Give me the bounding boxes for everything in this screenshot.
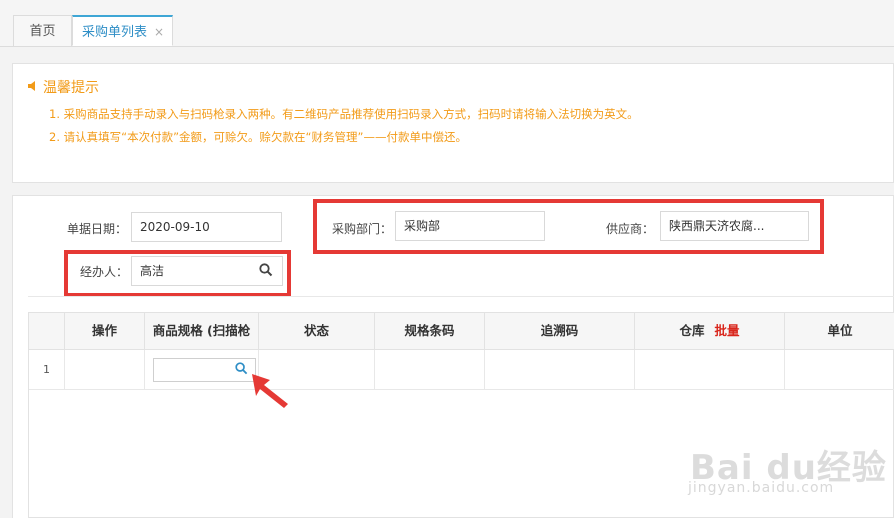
table-header: 操作 商品规格 (扫描枪 状态 规格条码 追溯码 仓库 批量 单位 (29, 313, 894, 350)
header-rownum (29, 313, 65, 349)
cell-spec-barcode (375, 350, 485, 389)
header-trace-code: 追溯码 (485, 313, 635, 349)
supplier-label: 供应商： (606, 222, 655, 236)
divider (28, 296, 894, 297)
header-unit: 单位 (827, 323, 853, 338)
cell-actions (65, 350, 145, 389)
date-field[interactable]: 2020-09-10 (131, 212, 282, 242)
cell-product-spec (145, 350, 259, 389)
tab-bar: 首页 采购单列表 × (0, 0, 894, 47)
header-warehouse: 仓库 批量 (635, 313, 785, 349)
tab-label: 采购单列表 (82, 25, 148, 40)
tips-title: 温馨提示 (27, 77, 99, 97)
table-row: 1 (29, 350, 894, 390)
speaker-icon (27, 80, 43, 96)
tab-purchase-list[interactable]: 采购单列表 × (72, 15, 173, 46)
cell-trace-code (485, 350, 635, 389)
dept-label: 采购部门： (332, 222, 393, 236)
tips-panel: 温馨提示 1. 采购商品支持手动录入与扫码枪录入两种。有二维码产品推荐使用扫码录… (12, 63, 894, 183)
tab-home[interactable]: 首页 (13, 15, 72, 46)
search-icon[interactable] (235, 362, 248, 378)
header-actions: 操作 (65, 313, 145, 349)
search-icon[interactable] (259, 263, 273, 280)
watermark-url: jingyan.baidu.com (688, 480, 835, 496)
dept-field[interactable]: 采购部 (395, 211, 545, 241)
cell-warehouse (635, 350, 785, 389)
header-status: 状态 (259, 313, 375, 349)
tip-line-2: 2. 请认真填写“本次付款”金额，可赊欠。赊欠款在“财务管理”——付款单中偿还。 (49, 130, 467, 144)
header-product-spec: 商品规格 (扫描枪 (145, 313, 259, 349)
supplier-field[interactable]: 陕西鼎天济农腐... (660, 211, 809, 241)
cell-unit (785, 350, 894, 389)
handler-label: 经办人： (80, 265, 129, 279)
tip-line-1: 1. 采购商品支持手动录入与扫码枪录入两种。有二维码产品推荐使用扫码录入方式，扫… (49, 107, 639, 121)
annotation-arrow-icon (252, 374, 288, 408)
batch-link[interactable]: 批量 (715, 323, 740, 338)
row-number: 1 (29, 350, 65, 389)
header-spec-barcode: 规格条码 (375, 313, 485, 349)
close-icon[interactable]: × (154, 17, 164, 48)
date-label: 单据日期： (67, 222, 128, 236)
